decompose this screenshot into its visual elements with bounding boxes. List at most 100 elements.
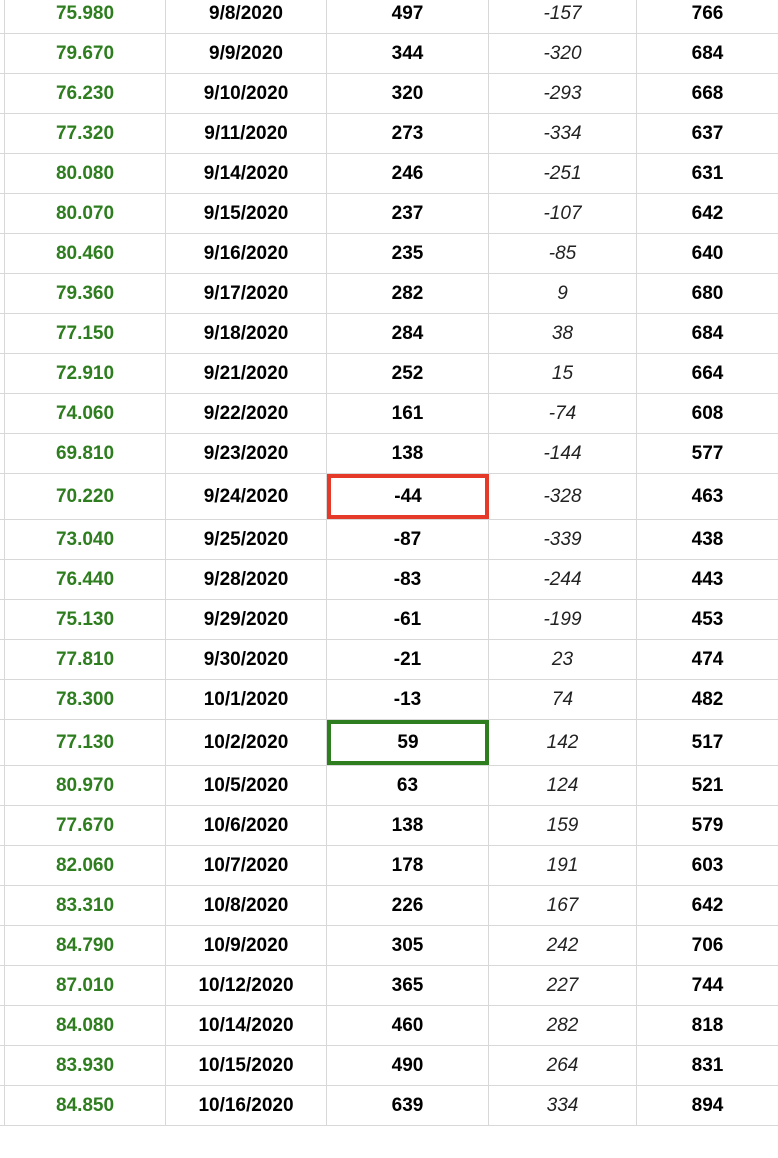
total-cell[interactable]: 453 xyxy=(637,600,778,639)
total-cell[interactable]: 631 xyxy=(637,154,778,193)
value-cell[interactable]: -21 xyxy=(327,640,489,679)
date-cell[interactable]: 10/1/2020 xyxy=(166,680,327,719)
total-cell[interactable]: 521 xyxy=(637,766,778,805)
total-cell[interactable]: 443 xyxy=(637,560,778,599)
date-cell[interactable]: 9/18/2020 xyxy=(166,314,327,353)
date-cell[interactable]: 9/23/2020 xyxy=(166,434,327,473)
highlighted-value-cell-green[interactable]: 59 xyxy=(327,720,489,765)
price-cell[interactable]: 75.130 xyxy=(4,600,166,639)
value-cell[interactable]: -13 xyxy=(327,680,489,719)
price-cell[interactable]: 74.060 xyxy=(4,394,166,433)
date-cell[interactable]: 10/7/2020 xyxy=(166,846,327,885)
price-cell[interactable]: 80.970 xyxy=(4,766,166,805)
price-cell[interactable]: 75.980 xyxy=(4,0,166,33)
date-cell[interactable]: 9/10/2020 xyxy=(166,74,327,113)
total-cell[interactable]: 766 xyxy=(637,0,778,33)
date-cell[interactable]: 10/15/2020 xyxy=(166,1046,327,1085)
price-cell[interactable]: 77.670 xyxy=(4,806,166,845)
total-cell[interactable]: 637 xyxy=(637,114,778,153)
total-cell[interactable]: 642 xyxy=(637,194,778,233)
value-cell[interactable]: 246 xyxy=(327,154,489,193)
total-cell[interactable]: 680 xyxy=(637,274,778,313)
total-cell[interactable]: 706 xyxy=(637,926,778,965)
change-cell[interactable]: 282 xyxy=(489,1006,637,1045)
value-cell[interactable]: 639 xyxy=(327,1086,489,1125)
value-cell[interactable]: 235 xyxy=(327,234,489,273)
total-cell[interactable]: 818 xyxy=(637,1006,778,1045)
total-cell[interactable]: 642 xyxy=(637,886,778,925)
value-cell[interactable]: 460 xyxy=(327,1006,489,1045)
price-cell[interactable]: 77.810 xyxy=(4,640,166,679)
date-cell[interactable]: 9/24/2020 xyxy=(166,474,327,519)
change-cell[interactable]: 38 xyxy=(489,314,637,353)
change-cell[interactable]: 142 xyxy=(489,720,637,765)
value-cell[interactable]: 320 xyxy=(327,74,489,113)
value-cell[interactable]: 305 xyxy=(327,926,489,965)
date-cell[interactable]: 10/12/2020 xyxy=(166,966,327,1005)
change-cell[interactable]: 9 xyxy=(489,274,637,313)
price-cell[interactable]: 73.040 xyxy=(4,520,166,559)
date-cell[interactable]: 9/11/2020 xyxy=(166,114,327,153)
price-cell[interactable]: 84.080 xyxy=(4,1006,166,1045)
date-cell[interactable]: 10/5/2020 xyxy=(166,766,327,805)
change-cell[interactable]: -144 xyxy=(489,434,637,473)
date-cell[interactable]: 9/16/2020 xyxy=(166,234,327,273)
price-cell[interactable]: 77.150 xyxy=(4,314,166,353)
change-cell[interactable]: -74 xyxy=(489,394,637,433)
change-cell[interactable]: 334 xyxy=(489,1086,637,1125)
highlighted-value-cell-red[interactable]: -44 xyxy=(327,474,489,519)
date-cell[interactable]: 9/21/2020 xyxy=(166,354,327,393)
value-cell[interactable]: 237 xyxy=(327,194,489,233)
date-cell[interactable]: 10/2/2020 xyxy=(166,720,327,765)
total-cell[interactable]: 603 xyxy=(637,846,778,885)
price-cell[interactable]: 84.850 xyxy=(4,1086,166,1125)
value-cell[interactable]: 284 xyxy=(327,314,489,353)
price-cell[interactable]: 69.810 xyxy=(4,434,166,473)
price-cell[interactable]: 79.360 xyxy=(4,274,166,313)
price-cell[interactable]: 83.930 xyxy=(4,1046,166,1085)
date-cell[interactable]: 9/25/2020 xyxy=(166,520,327,559)
value-cell[interactable]: -87 xyxy=(327,520,489,559)
value-cell[interactable]: 273 xyxy=(327,114,489,153)
value-cell[interactable]: 282 xyxy=(327,274,489,313)
change-cell[interactable]: 74 xyxy=(489,680,637,719)
price-cell[interactable]: 87.010 xyxy=(4,966,166,1005)
price-cell[interactable]: 83.310 xyxy=(4,886,166,925)
price-cell[interactable]: 78.300 xyxy=(4,680,166,719)
change-cell[interactable]: 15 xyxy=(489,354,637,393)
date-cell[interactable]: 10/14/2020 xyxy=(166,1006,327,1045)
change-cell[interactable]: -157 xyxy=(489,0,637,33)
date-cell[interactable]: 9/9/2020 xyxy=(166,34,327,73)
change-cell[interactable]: -334 xyxy=(489,114,637,153)
date-cell[interactable]: 10/8/2020 xyxy=(166,886,327,925)
total-cell[interactable]: 684 xyxy=(637,314,778,353)
price-cell[interactable]: 84.790 xyxy=(4,926,166,965)
change-cell[interactable]: -199 xyxy=(489,600,637,639)
value-cell[interactable]: 344 xyxy=(327,34,489,73)
change-cell[interactable]: -339 xyxy=(489,520,637,559)
change-cell[interactable]: 167 xyxy=(489,886,637,925)
value-cell[interactable]: 497 xyxy=(327,0,489,33)
change-cell[interactable]: 191 xyxy=(489,846,637,885)
date-cell[interactable]: 9/17/2020 xyxy=(166,274,327,313)
date-cell[interactable]: 10/6/2020 xyxy=(166,806,327,845)
total-cell[interactable]: 668 xyxy=(637,74,778,113)
price-cell[interactable]: 77.130 xyxy=(4,720,166,765)
change-cell[interactable]: -293 xyxy=(489,74,637,113)
change-cell[interactable]: 23 xyxy=(489,640,637,679)
change-cell[interactable]: 227 xyxy=(489,966,637,1005)
change-cell[interactable]: 264 xyxy=(489,1046,637,1085)
change-cell[interactable]: -251 xyxy=(489,154,637,193)
price-cell[interactable]: 76.440 xyxy=(4,560,166,599)
price-cell[interactable]: 80.460 xyxy=(4,234,166,273)
date-cell[interactable]: 9/22/2020 xyxy=(166,394,327,433)
value-cell[interactable]: -61 xyxy=(327,600,489,639)
price-cell[interactable]: 72.910 xyxy=(4,354,166,393)
date-cell[interactable]: 10/16/2020 xyxy=(166,1086,327,1125)
total-cell[interactable]: 664 xyxy=(637,354,778,393)
total-cell[interactable]: 577 xyxy=(637,434,778,473)
total-cell[interactable]: 684 xyxy=(637,34,778,73)
total-cell[interactable]: 608 xyxy=(637,394,778,433)
date-cell[interactable]: 10/9/2020 xyxy=(166,926,327,965)
total-cell[interactable]: 463 xyxy=(637,474,778,519)
